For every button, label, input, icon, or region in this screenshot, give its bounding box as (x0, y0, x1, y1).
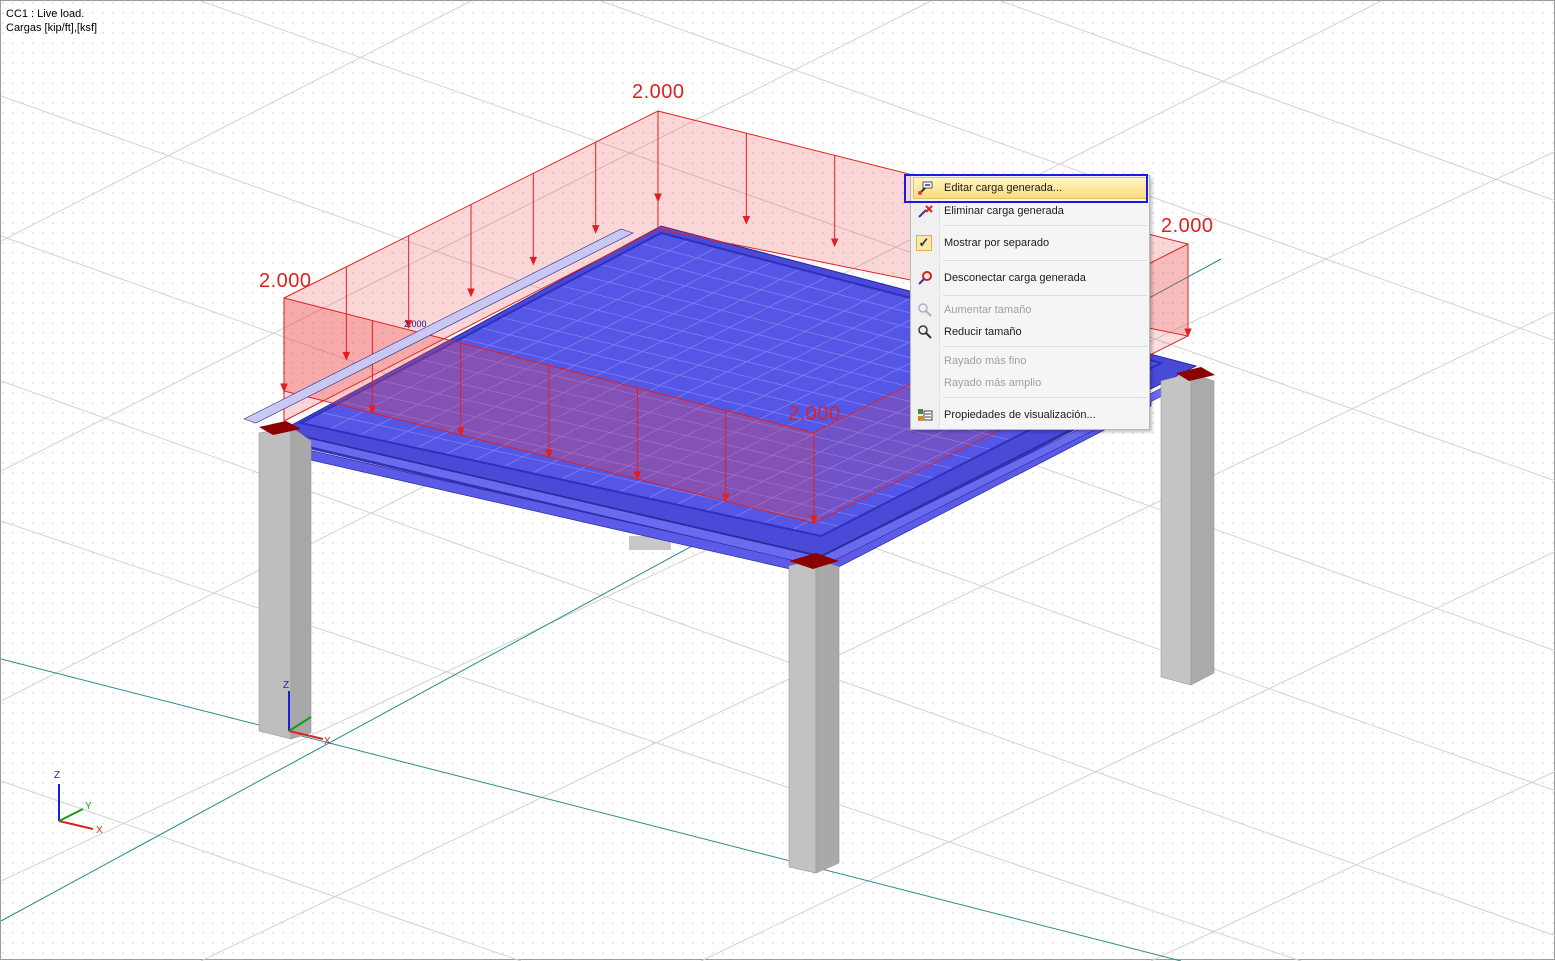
menu-separator (943, 225, 1147, 226)
menu-item-label: Rayado más amplio (944, 377, 1042, 389)
menu-separator (943, 295, 1147, 296)
load-value-left: 2.000 (259, 270, 312, 292)
menu-item-wider-hatching[interactable]: Rayado más amplio (911, 372, 1149, 394)
global-axis-y-label: Y (85, 801, 92, 812)
menu-separator (943, 260, 1147, 261)
graphics-viewport[interactable]: CC1 : Live load. Cargas [kip/ft],[ksf] 2… (0, 0, 1555, 961)
menu-item-disconnect-generated-load[interactable]: Desconectar carga generada (911, 264, 1149, 292)
context-menu[interactable]: Editar carga generada... Eliminar carga … (910, 175, 1150, 430)
menu-item-finer-hatching[interactable]: Rayado más fino (911, 350, 1149, 372)
check-icon: ✓ (916, 235, 932, 251)
menu-item-increase-size[interactable]: Aumentar tamaño (911, 299, 1149, 321)
menu-separator (943, 346, 1147, 347)
load-case-title: CC1 : Live load. (6, 8, 85, 20)
local-axis-z-label: Z (283, 680, 290, 691)
zoom-in-icon (917, 302, 933, 318)
column-back-right[interactable] (1160, 367, 1215, 686)
member-load-value: 2.000 (404, 319, 427, 329)
load-value-front: 2.000 (788, 403, 841, 425)
delete-load-icon (917, 203, 933, 219)
global-axis-z-label: Z (54, 770, 61, 781)
load-value-right: 2.000 (1161, 215, 1214, 237)
column-front-right[interactable] (788, 553, 840, 874)
menu-item-label: Mostrar por separado (944, 237, 1050, 249)
menu-item-label: Eliminar carga generada (944, 205, 1064, 217)
load-units: Cargas [kip/ft],[ksf] (6, 22, 98, 34)
zoom-out-icon (917, 324, 933, 340)
disconnect-icon (917, 270, 933, 286)
column-front-left[interactable] (258, 421, 312, 740)
menu-separator (943, 397, 1147, 398)
display-properties-icon (917, 407, 933, 423)
menu-item-delete-generated-load[interactable]: Eliminar carga generada (911, 200, 1149, 222)
menu-item-label: Rayado más fino (944, 355, 1027, 367)
selection-highlight-frame (904, 174, 1148, 203)
menu-item-reduce-size[interactable]: Reducir tamaño (911, 321, 1149, 343)
load-value-back: 2.000 (632, 81, 685, 103)
load-case-info: CC1 : Live load. Cargas [kip/ft],[ksf] (6, 7, 97, 35)
menu-item-display-properties[interactable]: Propiedades de visualización... (911, 401, 1149, 429)
menu-item-label: Desconectar carga generada (944, 272, 1086, 284)
menu-item-show-separately[interactable]: ✓ Mostrar por separado (911, 229, 1149, 257)
model-scene[interactable] (1, 1, 1555, 961)
local-axis-x-label: X (324, 736, 331, 747)
menu-item-label: Aumentar tamaño (944, 304, 1032, 316)
global-axis-x-label: X (96, 825, 103, 836)
menu-item-label: Reducir tamaño (944, 326, 1022, 338)
menu-item-label: Propiedades de visualización... (944, 409, 1096, 421)
